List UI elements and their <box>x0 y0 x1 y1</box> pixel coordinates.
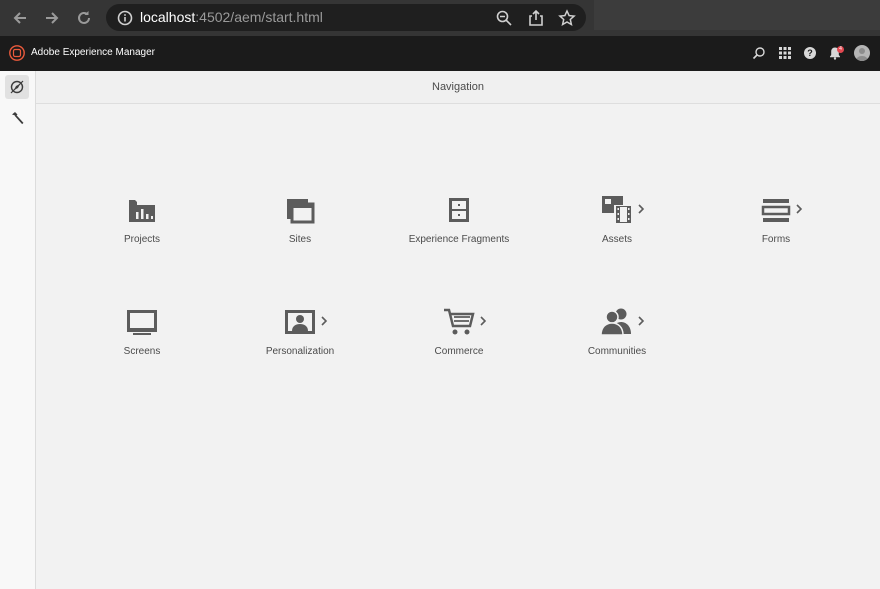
tile-label: Sites <box>288 234 312 245</box>
personalization-icon <box>285 310 315 334</box>
user-avatar-icon <box>856 48 868 61</box>
tile-label: Forms <box>761 234 791 245</box>
nav-tile-sites[interactable]: Sites <box>230 192 370 262</box>
hammer-icon <box>12 112 24 125</box>
arrow-left-icon <box>13 12 26 24</box>
forward-button[interactable] <box>40 6 64 30</box>
nav-tile-screens[interactable]: Screens <box>72 304 212 374</box>
shopping-cart-icon <box>444 308 475 335</box>
navigation-grid: Projects Sites Experience Fragments Asse… <box>36 104 880 589</box>
chevron-right-icon <box>638 204 645 214</box>
chevron-right-icon <box>321 316 328 326</box>
reload-icon <box>78 11 90 24</box>
browser-toolbar: localhost:4502/aem/start.html <box>0 0 880 36</box>
tile-label: Assets <box>601 234 632 245</box>
aem-logo-icon[interactable] <box>9 45 25 61</box>
tile-label: Commerce <box>434 346 484 357</box>
app-title[interactable]: Adobe Experience Manager <box>31 47 155 58</box>
sites-icon <box>287 199 315 224</box>
bookmark-star-icon[interactable] <box>558 9 576 27</box>
page-titlebar: Navigation <box>36 71 880 104</box>
tile-label: Experience Fragments <box>408 234 510 245</box>
tile-label: Communities <box>587 346 647 357</box>
back-button[interactable] <box>8 6 32 30</box>
svg-text:?: ? <box>807 48 813 58</box>
experience-fragments-icon <box>449 198 469 222</box>
tools-rail-button[interactable] <box>5 106 29 130</box>
share-icon[interactable] <box>527 9 545 27</box>
url-text: localhost:4502/aem/start.html <box>140 9 323 25</box>
projects-icon <box>129 200 155 222</box>
nav-tile-forms[interactable]: Forms <box>706 192 846 262</box>
navigation-rail-button[interactable] <box>5 75 29 99</box>
nav-tile-projects[interactable]: Projects <box>72 192 212 262</box>
nav-tile-commerce[interactable]: Commerce <box>389 304 529 374</box>
notification-badge: 4 <box>837 46 844 53</box>
tile-label: Screens <box>123 346 161 357</box>
assets-icon <box>602 196 632 224</box>
avatar[interactable] <box>854 45 870 61</box>
nav-tile-experience-fragments[interactable]: Experience Fragments <box>389 192 529 262</box>
site-info-icon[interactable] <box>116 9 134 27</box>
nav-tile-assets[interactable]: Assets <box>547 192 687 262</box>
zoom-icon[interactable] <box>495 9 513 27</box>
forms-icon <box>761 199 791 222</box>
reload-button[interactable] <box>72 6 96 30</box>
nav-tile-communities[interactable]: Communities <box>547 304 687 374</box>
tile-label: Personalization <box>265 346 335 357</box>
address-bar[interactable]: localhost:4502/aem/start.html <box>106 4 586 31</box>
aem-header: Adobe Experience Manager ? <box>0 36 880 71</box>
tab-strip <box>594 0 880 30</box>
chevron-right-icon <box>638 316 645 326</box>
help-icon[interactable]: ? <box>803 46 817 60</box>
page-title: Navigation <box>432 81 484 93</box>
tile-label: Projects <box>123 234 161 245</box>
solutions-grid-icon[interactable] <box>778 46 792 60</box>
nav-tile-personalization[interactable]: Personalization <box>230 304 370 374</box>
screens-icon <box>127 310 157 335</box>
communities-icon <box>600 308 631 336</box>
compass-icon <box>10 80 24 94</box>
left-rail <box>0 71 36 589</box>
chevron-right-icon <box>796 204 803 214</box>
search-icon[interactable] <box>752 46 766 60</box>
chevron-right-icon <box>480 316 487 326</box>
arrow-right-icon <box>46 12 59 24</box>
